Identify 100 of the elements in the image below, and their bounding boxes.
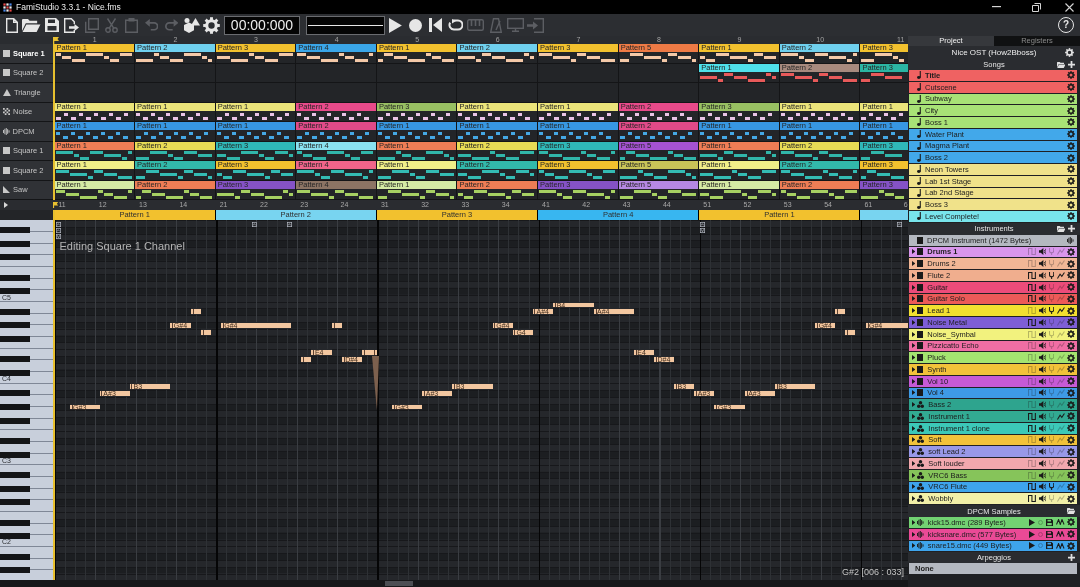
- pulse-wave-icon[interactable]: [1028, 271, 1036, 279]
- speaker-icon[interactable]: [1038, 330, 1047, 338]
- tuning-fork-icon[interactable]: [1048, 271, 1055, 279]
- folder-icon[interactable]: [1066, 508, 1075, 514]
- shapes-icon[interactable]: [183, 17, 200, 33]
- speaker-icon[interactable]: [1038, 459, 1047, 467]
- sharp-key[interactable]: [0, 227, 30, 234]
- sharp-key[interactable]: [0, 485, 30, 492]
- gear-icon[interactable]: [1067, 494, 1075, 503]
- play-icon[interactable]: [389, 17, 402, 33]
- speaker-icon[interactable]: [1038, 436, 1047, 444]
- gear-icon[interactable]: [1067, 188, 1075, 197]
- note[interactable]: [200, 328, 211, 336]
- zigzag-icon[interactable]: [1056, 412, 1065, 420]
- sharp-key[interactable]: [0, 451, 30, 458]
- speaker-icon[interactable]: [1038, 448, 1047, 456]
- folder-icon[interactable]: [22, 18, 41, 32]
- effect-marker-icon[interactable]: [700, 222, 706, 227]
- sharp-key[interactable]: [0, 519, 30, 526]
- speaker-icon[interactable]: [1038, 401, 1047, 409]
- speaker-icon[interactable]: [1038, 271, 1047, 279]
- sharp-key[interactable]: [0, 288, 30, 295]
- gear-icon[interactable]: [1067, 541, 1075, 550]
- close-icon[interactable]: [1065, 2, 1074, 12]
- sharp-key[interactable]: [0, 356, 30, 363]
- gear-icon[interactable]: [1067, 118, 1075, 127]
- speaker-icon[interactable]: [1038, 495, 1047, 503]
- note[interactable]: [371, 349, 377, 356]
- gear-icon[interactable]: [1067, 388, 1075, 397]
- gear-icon[interactable]: [1067, 365, 1075, 374]
- effect-marker-icon[interactable]: [55, 222, 61, 227]
- gear-icon[interactable]: [1067, 247, 1075, 256]
- speaker-icon[interactable]: [1038, 424, 1047, 432]
- gear-icon[interactable]: [1067, 106, 1075, 115]
- gear-icon[interactable]: [1067, 459, 1075, 468]
- speaker-icon[interactable]: [1038, 307, 1047, 315]
- pulse-wave-icon[interactable]: [1028, 483, 1036, 491]
- speaker-icon[interactable]: [1038, 389, 1047, 397]
- speaker-icon[interactable]: [1038, 248, 1047, 256]
- gear-icon[interactable]: [1067, 424, 1075, 433]
- gear-icon[interactable]: [1067, 400, 1075, 409]
- speaker-icon[interactable]: [1038, 260, 1047, 268]
- volume-marker-icon[interactable]: [700, 228, 706, 233]
- note[interactable]: [331, 322, 342, 329]
- pulse-wave-icon[interactable]: [1028, 412, 1036, 420]
- project-button[interactable]: Nice OST (How2Bboss): [908, 46, 1080, 59]
- effect-marker-icon[interactable]: [55, 228, 61, 233]
- folder-icon[interactable]: [1056, 225, 1065, 232]
- gear-icon[interactable]: [1067, 341, 1075, 350]
- rewind-icon[interactable]: [429, 18, 442, 32]
- speaker-icon[interactable]: [1038, 412, 1047, 420]
- pulse-wave-icon[interactable]: [1028, 495, 1036, 503]
- minimize-icon[interactable]: [992, 6, 1001, 8]
- gear-icon[interactable]: [1067, 306, 1075, 315]
- sharp-key[interactable]: [0, 308, 30, 315]
- note[interactable]: [361, 349, 372, 356]
- sharp-key[interactable]: [0, 567, 30, 574]
- speaker-icon[interactable]: [1038, 354, 1047, 362]
- sharp-key[interactable]: [0, 322, 30, 329]
- gear-icon[interactable]: [1067, 212, 1075, 221]
- note[interactable]: [835, 308, 846, 316]
- plus-icon[interactable]: [1068, 554, 1075, 562]
- speaker-icon[interactable]: [1038, 365, 1047, 373]
- gear-icon[interactable]: [1067, 177, 1075, 186]
- loop-icon[interactable]: [447, 19, 464, 31]
- gear-icon[interactable]: [1067, 94, 1075, 103]
- effect-marker-icon[interactable]: [287, 222, 293, 227]
- zigzag-icon[interactable]: [1056, 271, 1065, 279]
- pulse-wave-icon[interactable]: [1028, 424, 1036, 432]
- gear-icon[interactable]: [1067, 141, 1075, 150]
- restore-icon[interactable]: [1032, 2, 1041, 12]
- note[interactable]: [301, 356, 312, 363]
- sharp-key[interactable]: [0, 274, 30, 281]
- sharp-key[interactable]: [0, 553, 30, 560]
- gear-icon[interactable]: [1067, 412, 1075, 421]
- zigzag-icon[interactable]: [1056, 307, 1065, 315]
- effect-marker-icon[interactable]: [896, 222, 902, 227]
- gear-icon[interactable]: [1067, 482, 1075, 491]
- export-icon[interactable]: [64, 17, 79, 33]
- speaker-icon[interactable]: [1038, 342, 1047, 350]
- gear-icon[interactable]: [1067, 518, 1075, 527]
- speaker-icon[interactable]: [1038, 471, 1047, 479]
- scrollbar-track[interactable]: [0, 580, 908, 587]
- gear-icon[interactable]: [1067, 447, 1075, 456]
- note[interactable]: [190, 308, 201, 316]
- sharp-key[interactable]: [0, 390, 30, 397]
- scrollbar-thumb[interactable]: [385, 581, 413, 586]
- folder-icon[interactable]: [1056, 61, 1065, 68]
- speaker-icon[interactable]: [1038, 483, 1047, 491]
- note[interactable]: [845, 328, 856, 336]
- gear-icon[interactable]: [1067, 165, 1075, 174]
- record-icon[interactable]: [409, 18, 422, 32]
- sharp-key[interactable]: [0, 417, 30, 424]
- gear-icon[interactable]: [1067, 271, 1075, 280]
- gear-icon[interactable]: [1067, 200, 1075, 209]
- new-file-icon[interactable]: [5, 17, 18, 33]
- waveform-icon[interactable]: [1067, 236, 1074, 244]
- gear-icon[interactable]: [1067, 435, 1075, 444]
- gear-icon[interactable]: [1067, 259, 1075, 268]
- gear-icon[interactable]: [1067, 153, 1075, 162]
